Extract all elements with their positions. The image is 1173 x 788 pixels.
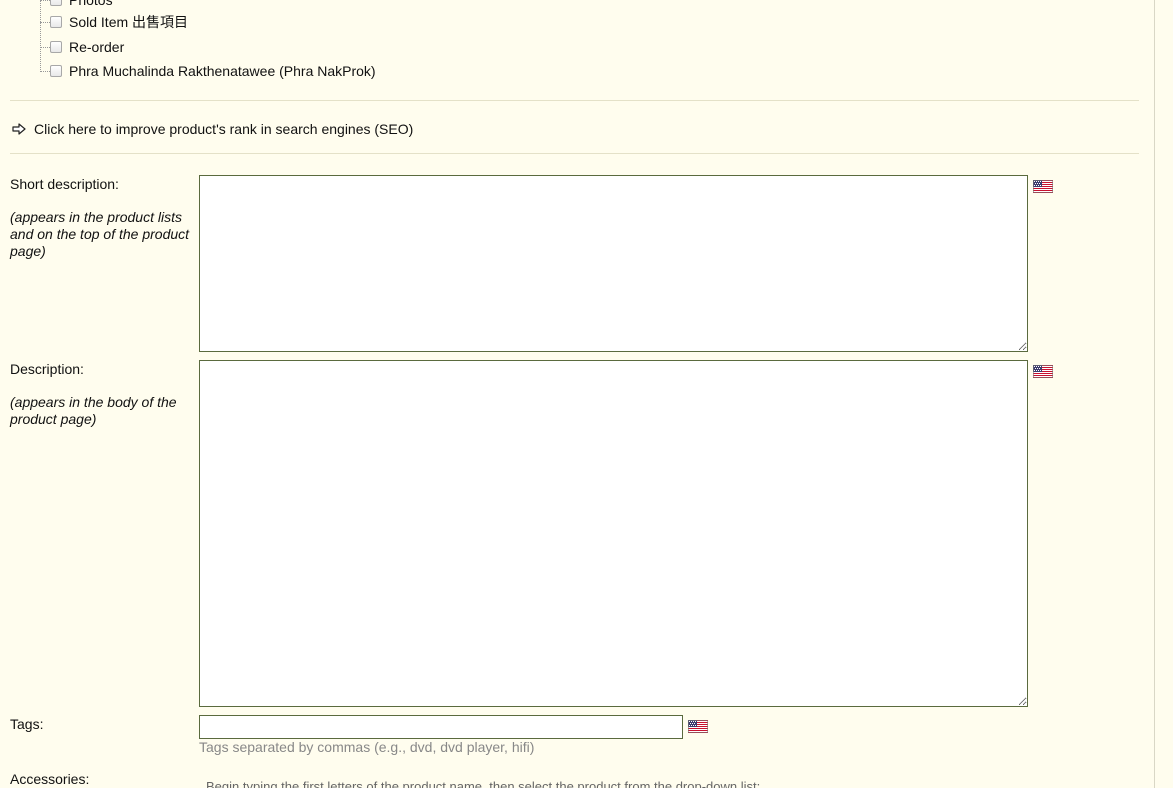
tree-item-label: Sold Item 出售項目 (69, 14, 189, 30)
seo-link[interactable]: Click here to improve product's rank in … (12, 121, 413, 137)
description-hint: (appears in the body of the product page… (10, 394, 177, 427)
page-edge (1154, 0, 1155, 788)
divider (10, 153, 1139, 154)
short-description-textarea[interactable] (199, 175, 1028, 352)
us-flag-icon[interactable] (688, 720, 708, 733)
tree-branch (40, 0, 50, 1)
tree-item-label: Photos (69, 0, 113, 8)
divider (10, 100, 1139, 101)
tags-label: Tags: (10, 716, 44, 732)
accessories-label: Accessories: (10, 771, 90, 787)
category-checkbox[interactable] (50, 0, 62, 6)
tree-item-label: Re-order (69, 39, 125, 55)
tags-hint: Tags separated by commas (e.g., dvd, dvd… (199, 739, 535, 755)
short-description-hint: (appears in the product lists and on the… (10, 209, 190, 259)
category-checkbox[interactable] (50, 65, 62, 77)
accessories-hint: Begin typing the first letters of the pr… (206, 779, 761, 788)
tree-item-photos[interactable]: Photos (40, 0, 113, 10)
tags-input[interactable] (199, 715, 683, 739)
tree-item-label: Phra Muchalinda Rakthenatawee (Phra NakP… (69, 63, 376, 79)
product-edit-page: Photos Sold Item 出售項目 Re-order Phra Much… (0, 0, 1173, 788)
tree-item-sold-item[interactable]: Sold Item 出售項目 (40, 12, 188, 32)
category-checkbox[interactable] (50, 16, 62, 28)
arrow-right-icon (12, 123, 26, 135)
category-checkbox[interactable] (50, 41, 62, 53)
short-description-label: Short description: (10, 176, 119, 192)
description-label: Description: (10, 361, 84, 377)
us-flag-icon[interactable] (1033, 180, 1053, 193)
description-textarea[interactable] (199, 360, 1028, 707)
tree-branch (40, 21, 50, 23)
tree-item-re-order[interactable]: Re-order (40, 37, 124, 57)
tree-branch (40, 46, 50, 48)
tree-item-phra-muchalinda[interactable]: Phra Muchalinda Rakthenatawee (Phra NakP… (40, 61, 376, 81)
us-flag-icon[interactable] (1033, 365, 1053, 378)
seo-link-label: Click here to improve product's rank in … (34, 121, 414, 137)
tree-branch (40, 70, 50, 72)
